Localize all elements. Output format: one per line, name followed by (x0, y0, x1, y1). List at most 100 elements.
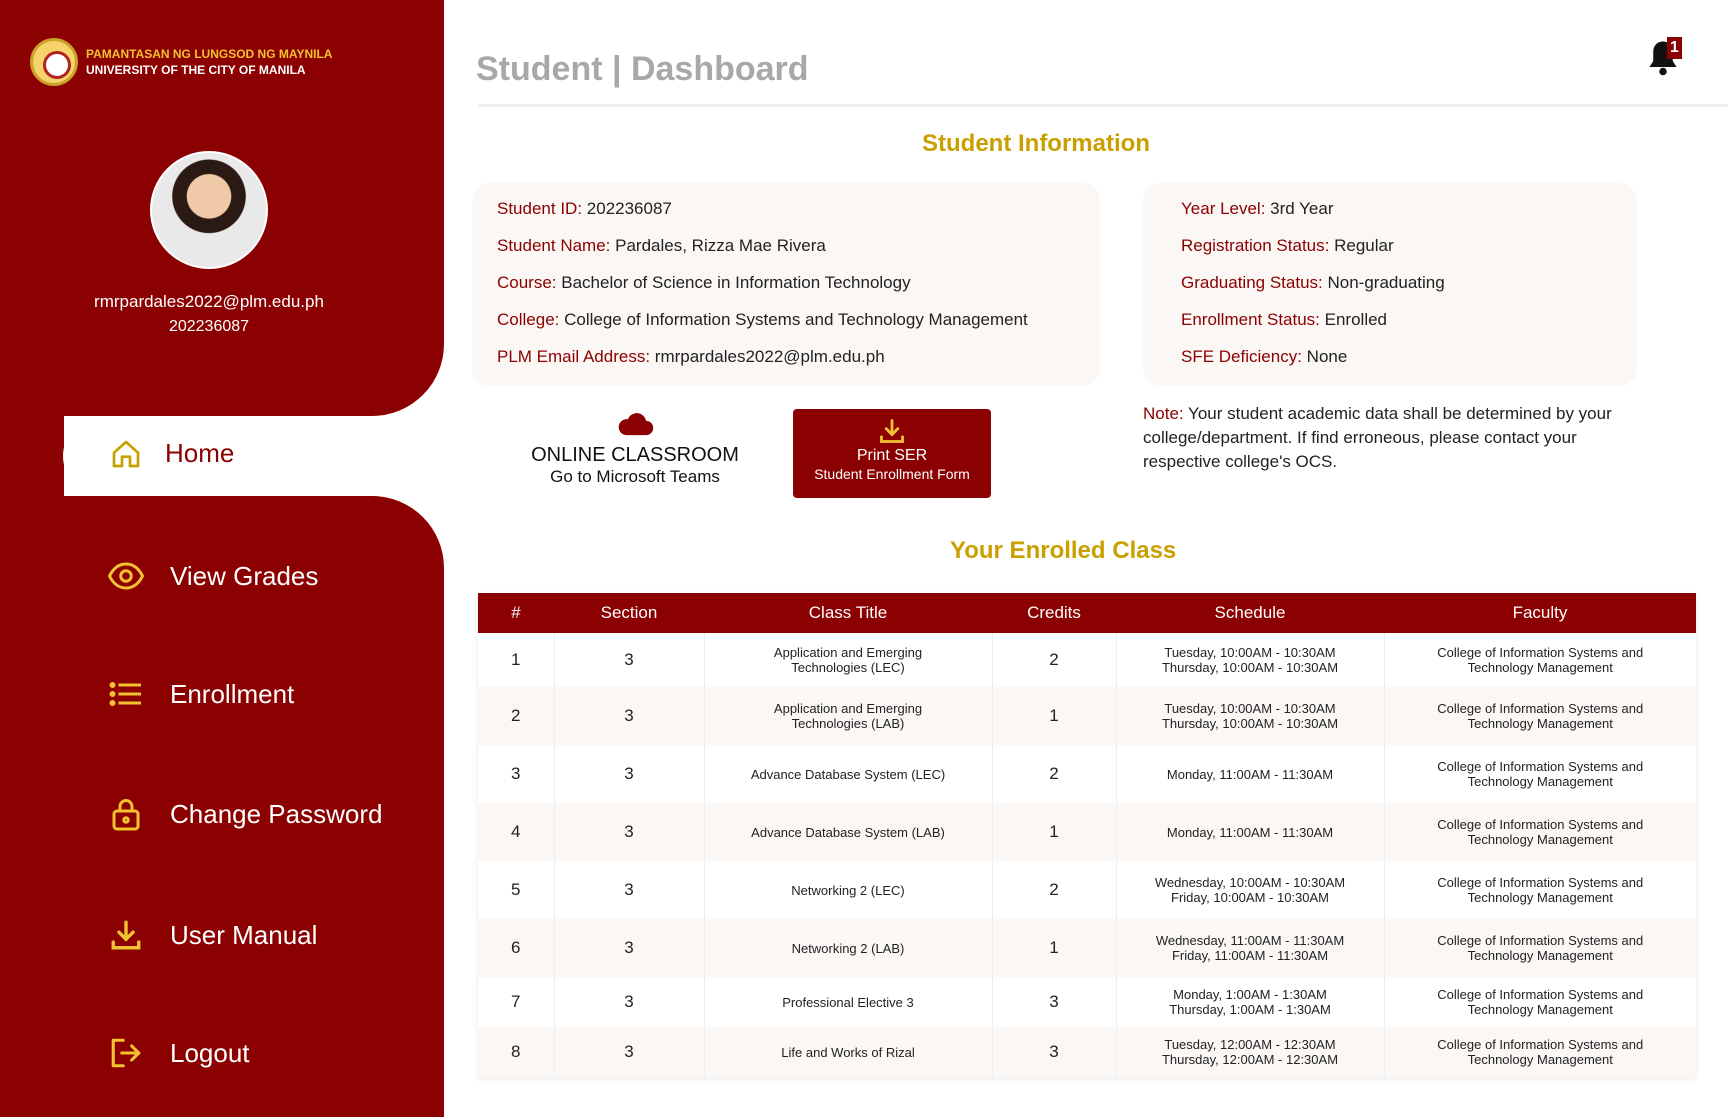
info-label: SFE Deficiency: (1181, 347, 1302, 366)
nav-item-change-password[interactable]: Change Password (108, 796, 382, 832)
nav-view-grades-label: View Grades (170, 560, 319, 591)
table-cell-schedule: Monday, 11:00AM - 11:30AM (1116, 803, 1385, 861)
note-body: Your student academic data shall be dete… (1143, 404, 1612, 471)
column-header: # (478, 593, 554, 633)
table-cell-title: Professional Elective 3 (704, 977, 993, 1027)
table-cell-schedule: Monday, 1:00AM - 1:30AM Thursday, 1:00AM… (1116, 977, 1385, 1027)
table-cell-n: 8 (478, 1027, 555, 1077)
table-cell-credits: 1 (992, 919, 1117, 977)
table-cell-title: Application and Emerging Technologies (L… (704, 687, 993, 745)
nav-item-logout[interactable]: Logout (108, 1035, 250, 1071)
online-classroom-subtitle: Go to Microsoft Teams (550, 467, 720, 486)
table-cell-faculty: College of Information Systems and Techn… (1384, 803, 1696, 861)
info-label: Graduating Status: (1181, 273, 1323, 292)
enrolled-class-table: # Section Class Title Credits Schedule F… (478, 593, 1696, 1077)
column-header: Credits (992, 593, 1116, 633)
print-ser-label: Print SER (856, 447, 928, 464)
table-cell-schedule: Tuesday, 10:00AM - 10:30AM Thursday, 10:… (1116, 687, 1385, 745)
table-cell-title: Application and Emerging Technologies (L… (704, 633, 993, 687)
table-cell-title: Networking 2 (LAB) (704, 919, 993, 977)
online-classroom-link[interactable]: ONLINE CLASSROOM Go to Microsoft Teams (520, 410, 750, 487)
column-header: Class Title (704, 593, 992, 633)
table-cell-credits: 2 (992, 633, 1117, 687)
info-enrollment-status: Enrollment Status: Enrolled (1181, 310, 1387, 330)
table-row: 4 3 Advance Database System (LAB) 1 Monday, … (478, 803, 1696, 861)
table-cell-n: 2 (478, 687, 555, 745)
table-cell-title: Advance Database System (LEC) (704, 745, 993, 803)
brand-line1: PAMANTASAN NG LUNGSOD NG MAYNILA (86, 47, 333, 61)
table-row: 6 3 Networking 2 (LAB) 1 Wednesday, 11:00AM … (478, 919, 1696, 977)
table-cell-n: 4 (478, 803, 555, 861)
info-label: Student Name: (497, 236, 611, 255)
table-row: 8 3 Life and Works of Rizal 3 Tuesday, 12:00… (478, 1027, 1696, 1077)
column-header: Faculty (1384, 593, 1696, 633)
table-cell-title: Life and Works of Rizal (704, 1027, 993, 1077)
brand: PAMANTASAN NG LUNGSOD NG MAYNILA UNIVERS… (30, 38, 332, 86)
table-cell-n: 5 (478, 861, 555, 919)
info-value: Enrolled (1319, 310, 1388, 329)
info-student-id: Student ID: 202236087 (497, 199, 672, 219)
info-value: Pardales, Rizza Mae Rivera (610, 236, 826, 255)
nav-item-user-manual[interactable]: User Manual (108, 917, 317, 953)
download-icon (880, 419, 904, 443)
table-cell-section: 3 (554, 977, 705, 1027)
table-cell-title: Advance Database System (LAB) (704, 803, 993, 861)
table-row: 2 3 Application and Emerging Technologies … (478, 687, 1696, 745)
table-cell-section: 3 (554, 745, 705, 803)
note-label: Note: (1143, 404, 1184, 423)
table-header-row: # Section Class Title Credits Schedule F… (478, 593, 1696, 633)
table-cell-faculty: College of Information Systems and Techn… (1384, 1027, 1696, 1077)
table-cell-schedule: Tuesday, 10:00AM - 10:30AM Thursday, 10:… (1116, 633, 1385, 687)
cloud-icon (618, 413, 654, 436)
nav-item-view-grades[interactable]: View Grades (108, 558, 318, 594)
table-cell-faculty: College of Information Systems and Techn… (1384, 687, 1696, 745)
info-value: College of Information Systems and Techn… (559, 310, 1028, 329)
table-cell-credits: 1 (992, 687, 1117, 745)
nav-item-enrollment[interactable]: Enrollment (108, 676, 294, 712)
info-value: 3rd Year (1265, 199, 1334, 218)
notification-badge: 1 (1667, 37, 1682, 59)
table-cell-schedule: Tuesday, 12:00AM - 12:30AM Thursday, 12:… (1116, 1027, 1385, 1077)
table-cell-faculty: College of Information Systems and Techn… (1437, 987, 1644, 1017)
table-cell-section: 3 (554, 861, 705, 919)
info-year-level: Year Level: 3rd Year (1181, 199, 1334, 219)
table-row: 5 3 Networking 2 (LEC) 2 Wednesday, 10:00AM … (478, 861, 1696, 919)
brand-line2: UNIVERSITY OF THE CITY OF MANILA (86, 63, 306, 77)
info-value: 202236087 (582, 199, 672, 218)
table-cell-title: Networking 2 (LEC) (704, 861, 993, 919)
page-title: Student | Dashboard (476, 50, 809, 88)
info-student-name: Student Name: Pardales, Rizza Mae Rivera (497, 236, 826, 256)
info-label: PLM Email Address: (497, 347, 651, 366)
note-text: Note: Your student academic data shall b… (1143, 402, 1623, 474)
enrolled-class-title: Your Enrolled Class (950, 537, 1177, 564)
table-cell-section: 3 (554, 1027, 705, 1077)
info-label: Year Level: (1181, 199, 1266, 218)
nav-user-manual-label: User Manual (170, 919, 318, 950)
university-seal-logo (30, 38, 78, 86)
print-ser-button[interactable]: Print SER Student Enrollment Form (793, 409, 991, 498)
table-cell-n: 6 (478, 919, 555, 977)
nav-home-label[interactable]: Home (165, 438, 234, 469)
table-cell-n: 1 (478, 633, 555, 687)
online-classroom-title: ONLINE CLASSROOM (531, 444, 739, 466)
info-value: Bachelor of Science in Information Techn… (556, 273, 911, 292)
table-cell-section: 3 (554, 919, 705, 977)
avatar (150, 151, 268, 269)
table-cell-faculty: College of Information Systems and Techn… (1384, 919, 1696, 977)
table-cell-section: 3 (554, 687, 705, 745)
table-cell-schedule: Monday, 11:00AM - 11:30AM (1116, 745, 1385, 803)
table-cell-section: 3 (554, 633, 705, 687)
info-label: Enrollment Status: (1181, 310, 1320, 329)
table-cell-credits: 1 (992, 803, 1117, 861)
nav-logout-label: Logout (170, 1037, 250, 1068)
table-cell-credits: 2 (992, 861, 1117, 919)
table-cell-n: 7 (478, 977, 555, 1027)
info-course: Course: Bachelor of Science in Informati… (497, 273, 911, 293)
table-row: 3 3 Advance Database System (LEC) 2 Monday, … (478, 745, 1696, 803)
print-ser-sublabel: Student Enrollment Form (814, 466, 970, 482)
table-cell-credits: 3 (992, 1027, 1117, 1077)
table-cell-faculty: College of Information Systems and Techn… (1437, 645, 1644, 675)
logout-icon (108, 1035, 144, 1071)
header-divider (478, 104, 1728, 107)
table-row: 7 3 Professional Elective 3 3 Monday, 1:00AM… (478, 977, 1696, 1027)
